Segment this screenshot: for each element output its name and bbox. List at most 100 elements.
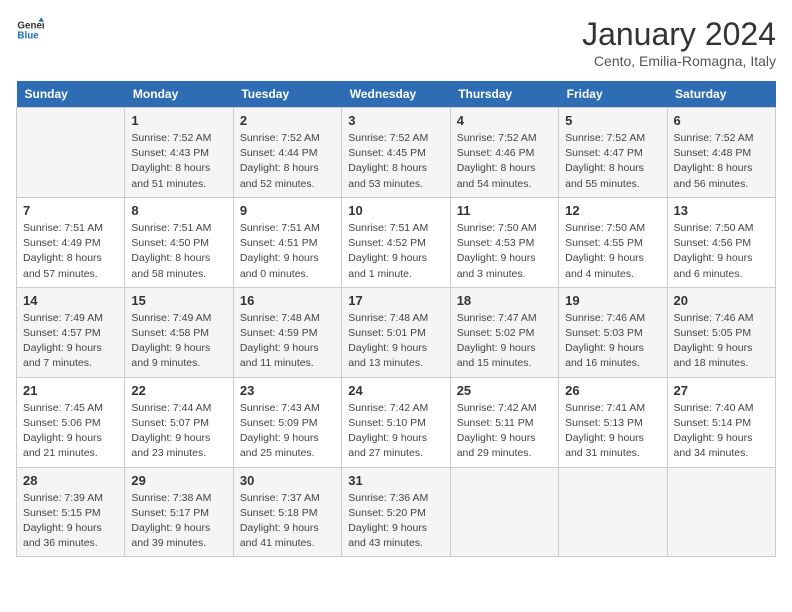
day-info: Sunrise: 7:45 AMSunset: 5:06 PMDaylight:… — [23, 401, 118, 462]
day-info: Sunrise: 7:51 AMSunset: 4:52 PMDaylight:… — [348, 221, 443, 282]
day-number: 16 — [240, 293, 335, 308]
day-header-sunday: Sunday — [17, 81, 125, 108]
day-info: Sunrise: 7:39 AMSunset: 5:15 PMDaylight:… — [23, 491, 118, 552]
day-number: 26 — [565, 383, 660, 398]
day-number: 21 — [23, 383, 118, 398]
calendar-day: 9Sunrise: 7:51 AMSunset: 4:51 PMDaylight… — [233, 197, 341, 287]
day-number: 7 — [23, 203, 118, 218]
calendar-day: 14 Sunrise: 7:49 AMSunset: 4:57 PMDayligh… — [17, 287, 125, 377]
day-number: 11 — [457, 203, 552, 218]
calendar-day: 21 Sunrise: 7:45 AMSunset: 5:06 PMDayligh… — [17, 377, 125, 467]
day-info: Sunrise: 7:43 AMSunset: 5:09 PMDaylight:… — [240, 401, 335, 462]
calendar-day — [17, 108, 125, 198]
calendar-day: 7 Sunrise: 7:51 AMSunset: 4:49 PMDaylight… — [17, 197, 125, 287]
calendar-day: 3 Sunrise: 7:52 AMSunset: 4:45 PMDaylight… — [342, 108, 450, 198]
calendar-day: 24Sunrise: 7:42 AMSunset: 5:10 PMDayligh… — [342, 377, 450, 467]
day-info: Sunrise: 7:37 AMSunset: 5:18 PMDaylight:… — [240, 491, 335, 552]
day-number: 25 — [457, 383, 552, 398]
day-number: 19 — [565, 293, 660, 308]
day-header-thursday: Thursday — [450, 81, 558, 108]
calendar-day: 20Sunrise: 7:46 AMSunset: 5:05 PMDayligh… — [667, 287, 775, 377]
calendar-day — [559, 467, 667, 557]
calendar-day: 26 Sunrise: 7:41 AMSunset: 5:13 PMDayligh… — [559, 377, 667, 467]
day-info: Sunrise: 7:52 AMSunset: 4:43 PMDaylight:… — [131, 131, 226, 192]
day-info: Sunrise: 7:48 AMSunset: 5:01 PMDaylight:… — [348, 311, 443, 372]
day-info: Sunrise: 7:52 AMSunset: 4:48 PMDaylight:… — [674, 131, 769, 192]
day-number: 30 — [240, 473, 335, 488]
day-number: 3 — [348, 113, 443, 128]
calendar-day: 16 Sunrise: 7:48 AMSunset: 4:59 PMDayligh… — [233, 287, 341, 377]
day-number: 14 — [23, 293, 118, 308]
day-info: Sunrise: 7:38 AMSunset: 5:17 PMDaylight:… — [131, 491, 226, 552]
day-number: 29 — [131, 473, 226, 488]
day-number: 18 — [457, 293, 552, 308]
day-number: 10 — [348, 203, 443, 218]
day-header-wednesday: Wednesday — [342, 81, 450, 108]
calendar-day: 17 Sunrise: 7:48 AMSunset: 5:01 PMDayligh… — [342, 287, 450, 377]
day-number: 28 — [23, 473, 118, 488]
day-info: Sunrise: 7:49 AMSunset: 4:58 PMDaylight:… — [131, 311, 226, 372]
day-number: 13 — [674, 203, 769, 218]
day-number: 4 — [457, 113, 552, 128]
calendar-week-1: 1 Sunrise: 7:52 AMSunset: 4:43 PMDaylight… — [17, 108, 776, 198]
calendar-day: 11Sunrise: 7:50 AMSunset: 4:53 PMDayligh… — [450, 197, 558, 287]
day-number: 27 — [674, 383, 769, 398]
calendar-day: 28 Sunrise: 7:39 AMSunset: 5:15 PMDayligh… — [17, 467, 125, 557]
calendar-day: 19 Sunrise: 7:46 AMSunset: 5:03 PMDayligh… — [559, 287, 667, 377]
calendar-day: 27 Sunrise: 7:40 AMSunset: 5:14 PMDayligh… — [667, 377, 775, 467]
day-number: 5 — [565, 113, 660, 128]
page-header: General Blue January 2024 Cento, Emilia-… — [16, 16, 776, 69]
day-number: 31 — [348, 473, 443, 488]
day-info: Sunrise: 7:50 AMSunset: 4:56 PMDaylight:… — [674, 221, 769, 282]
calendar-week-2: 7 Sunrise: 7:51 AMSunset: 4:49 PMDaylight… — [17, 197, 776, 287]
day-info: Sunrise: 7:52 AMSunset: 4:45 PMDaylight:… — [348, 131, 443, 192]
calendar-day: 5 Sunrise: 7:52 AMSunset: 4:47 PMDaylight… — [559, 108, 667, 198]
day-number: 24 — [348, 383, 443, 398]
calendar-week-3: 14 Sunrise: 7:49 AMSunset: 4:57 PMDayligh… — [17, 287, 776, 377]
day-number: 9 — [240, 203, 335, 218]
day-number: 1 — [131, 113, 226, 128]
calendar-day: 4 Sunrise: 7:52 AMSunset: 4:46 PMDaylight… — [450, 108, 558, 198]
calendar-day: 12Sunrise: 7:50 AMSunset: 4:55 PMDayligh… — [559, 197, 667, 287]
day-header-monday: Monday — [125, 81, 233, 108]
day-number: 2 — [240, 113, 335, 128]
calendar-day: 8 Sunrise: 7:51 AMSunset: 4:50 PMDaylight… — [125, 197, 233, 287]
calendar-week-5: 28 Sunrise: 7:39 AMSunset: 5:15 PMDayligh… — [17, 467, 776, 557]
day-info: Sunrise: 7:46 AMSunset: 5:05 PMDaylight:… — [674, 311, 769, 372]
calendar-day: 23Sunrise: 7:43 AMSunset: 5:09 PMDayligh… — [233, 377, 341, 467]
day-number: 6 — [674, 113, 769, 128]
calendar-day: 13 Sunrise: 7:50 AMSunset: 4:56 PMDayligh… — [667, 197, 775, 287]
logo: General Blue — [16, 16, 44, 44]
day-info: Sunrise: 7:51 AMSunset: 4:49 PMDaylight:… — [23, 221, 118, 282]
svg-text:Blue: Blue — [17, 30, 39, 41]
day-info: Sunrise: 7:46 AMSunset: 5:03 PMDaylight:… — [565, 311, 660, 372]
day-number: 17 — [348, 293, 443, 308]
calendar-week-4: 21 Sunrise: 7:45 AMSunset: 5:06 PMDayligh… — [17, 377, 776, 467]
day-info: Sunrise: 7:51 AMSunset: 4:50 PMDaylight:… — [131, 221, 226, 282]
day-info: Sunrise: 7:41 AMSunset: 5:13 PMDaylight:… — [565, 401, 660, 462]
day-info: Sunrise: 7:40 AMSunset: 5:14 PMDaylight:… — [674, 401, 769, 462]
day-number: 8 — [131, 203, 226, 218]
day-info: Sunrise: 7:52 AMSunset: 4:44 PMDaylight:… — [240, 131, 335, 192]
day-info: Sunrise: 7:47 AMSunset: 5:02 PMDaylight:… — [457, 311, 552, 372]
calendar-day: 31Sunrise: 7:36 AMSunset: 5:20 PMDayligh… — [342, 467, 450, 557]
day-header-tuesday: Tuesday — [233, 81, 341, 108]
calendar-day: 1 Sunrise: 7:52 AMSunset: 4:43 PMDaylight… — [125, 108, 233, 198]
subtitle: Cento, Emilia-Romagna, Italy — [582, 53, 776, 69]
calendar-day: 10 Sunrise: 7:51 AMSunset: 4:52 PMDayligh… — [342, 197, 450, 287]
calendar-table: SundayMondayTuesdayWednesdayThursdayFrid… — [16, 81, 776, 557]
day-header-saturday: Saturday — [667, 81, 775, 108]
day-info: Sunrise: 7:52 AMSunset: 4:47 PMDaylight:… — [565, 131, 660, 192]
logo-icon: General Blue — [16, 16, 44, 44]
day-info: Sunrise: 7:49 AMSunset: 4:57 PMDaylight:… — [23, 311, 118, 372]
calendar-day — [450, 467, 558, 557]
title-block: January 2024 Cento, Emilia-Romagna, Ital… — [582, 16, 776, 69]
month-title: January 2024 — [582, 16, 776, 53]
days-header-row: SundayMondayTuesdayWednesdayThursdayFrid… — [17, 81, 776, 108]
calendar-day: 6 Sunrise: 7:52 AMSunset: 4:48 PMDaylight… — [667, 108, 775, 198]
day-number: 12 — [565, 203, 660, 218]
calendar-day: 2 Sunrise: 7:52 AMSunset: 4:44 PMDaylight… — [233, 108, 341, 198]
day-info: Sunrise: 7:52 AMSunset: 4:46 PMDaylight:… — [457, 131, 552, 192]
calendar-day: 15Sunrise: 7:49 AMSunset: 4:58 PMDayligh… — [125, 287, 233, 377]
day-info: Sunrise: 7:48 AMSunset: 4:59 PMDaylight:… — [240, 311, 335, 372]
